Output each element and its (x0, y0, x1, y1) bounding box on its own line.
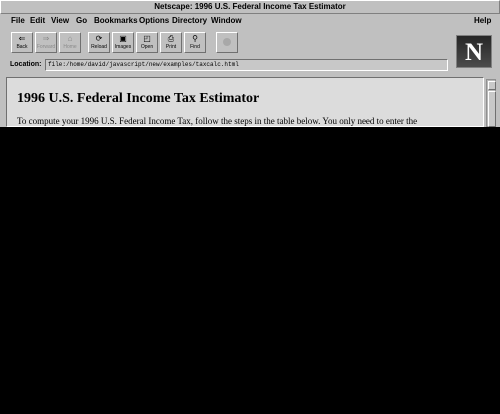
stop-button[interactable] (216, 32, 238, 53)
reload-icon: ⟳ (95, 34, 103, 43)
location-input[interactable]: file:/home/david/javascript/new/examples… (45, 59, 448, 71)
print-button[interactable]: ⎙ Print (160, 32, 182, 53)
open-button[interactable]: ◰ Open (136, 32, 158, 53)
forward-button[interactable]: ⇒ Forward (35, 32, 57, 53)
reload-button[interactable]: ⟳ Reload (88, 32, 110, 53)
browser-window: Netscape: 1996 U.S. Federal Income Tax E… (0, 0, 500, 127)
menu-directory[interactable]: Directory (172, 14, 207, 28)
menu-bar: File Edit View Go Bookmarks Options Dire… (0, 14, 500, 28)
menu-edit[interactable]: Edit (30, 14, 45, 28)
scroll-thumb[interactable] (488, 91, 496, 127)
arrow-left-icon: ⇐ (18, 34, 26, 43)
images-icon: ▣ (119, 34, 127, 43)
window-title-bar[interactable]: Netscape: 1996 U.S. Federal Income Tax E… (0, 0, 500, 14)
menu-file[interactable]: File (11, 14, 25, 28)
open-icon: ◰ (143, 34, 151, 43)
scroll-up-arrow-icon[interactable] (488, 81, 496, 90)
vertical-scrollbar[interactable] (486, 79, 496, 127)
images-button[interactable]: ▣ Images (112, 32, 134, 53)
netscape-logo[interactable]: N (456, 35, 492, 68)
find-icon: ⚲ (192, 34, 198, 43)
find-button[interactable]: ⚲ Find (184, 32, 206, 53)
page-title: 1996 U.S. Federal Income Tax Estimator (17, 91, 260, 106)
location-label: Location: (10, 61, 42, 68)
back-button[interactable]: ⇐ Back (11, 32, 33, 53)
toolbar: ⇐ Back ⇒ Forward ⌂ Home ⟳ Reload ▣ Image… (0, 29, 500, 57)
menu-window[interactable]: Window (211, 14, 242, 28)
home-icon: ⌂ (67, 34, 73, 43)
arrow-right-icon: ⇒ (42, 34, 50, 43)
menu-go[interactable]: Go (76, 14, 87, 28)
menu-help[interactable]: Help (474, 14, 491, 28)
stop-icon (223, 38, 231, 46)
print-icon: ⎙ (167, 34, 175, 43)
intro-paragraph: To compute your 1996 U.S. Federal Income… (17, 116, 418, 126)
page-content: 1996 U.S. Federal Income Tax Estimator T… (6, 77, 484, 127)
menu-options[interactable]: Options (139, 14, 169, 28)
menu-view[interactable]: View (51, 14, 69, 28)
menu-bookmarks[interactable]: Bookmarks (94, 14, 138, 28)
home-button[interactable]: ⌂ Home (59, 32, 81, 53)
location-bar: Location: file:/home/david/javascript/ne… (0, 58, 456, 72)
